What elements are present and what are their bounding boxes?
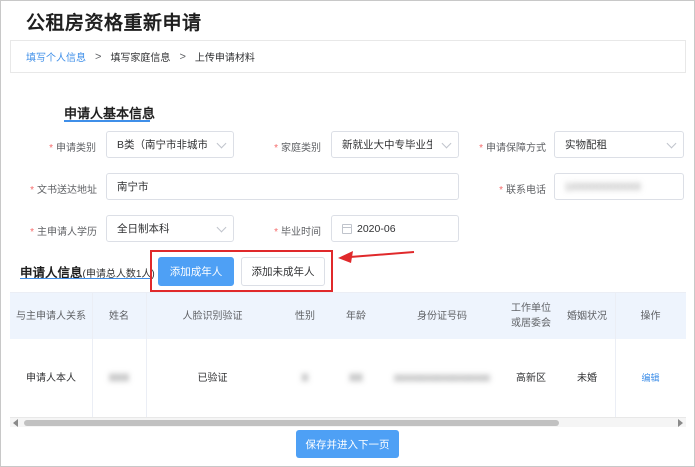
header-face-verify: 人脸识别验证 [182, 310, 243, 322]
chevron-down-icon [441, 138, 452, 149]
breadcrumb-step-personal[interactable]: 填写个人信息 [26, 49, 86, 64]
calendar-icon [342, 223, 352, 234]
breadcrumb-step-upload[interactable]: 上传申请材料 [195, 49, 255, 64]
header-name: 姓名 [109, 310, 129, 322]
apply-category-label: * 申请类别 [49, 143, 96, 154]
guarantee-method-label: * 申请保障方式 [479, 143, 546, 154]
breadcrumb-separator: > [179, 50, 186, 63]
guarantee-method-select[interactable]: 实物配租 [554, 131, 684, 158]
cell-work-unit: 高新区 [516, 372, 546, 384]
apply-category-select[interactable]: B类（南宁市非城市低收 [106, 131, 234, 158]
chevron-down-icon [216, 138, 227, 149]
table-header: 与主申请人关系 姓名 人脸识别验证 性别 年龄 身份证号码 工作单位或居委会 婚… [10, 293, 686, 339]
header-age: 年龄 [346, 310, 366, 322]
page-title: 公租房资格重新申请 [26, 13, 202, 34]
cell-face-verify: 已验证 [197, 372, 228, 384]
table-horizontal-scrollbar[interactable] [10, 417, 686, 427]
contact-phone-label: * 联系电话 [499, 185, 546, 196]
chevron-down-icon [216, 222, 227, 233]
education-label: * 主申请人学历 [30, 227, 97, 238]
table-row: 申请人本人 XXX 已验证 X XX XXXXXXXXXXXXXXXXXX 高新… [10, 339, 686, 417]
chevron-down-icon [666, 138, 677, 149]
education-select[interactable]: 全日制本科 [106, 215, 234, 242]
graduation-time-label: * 毕业时间 [274, 227, 321, 238]
cell-age: XX [349, 372, 363, 384]
header-gender: 性别 [295, 310, 315, 322]
applicant-info-underline [20, 278, 150, 279]
delivery-address-input[interactable]: 南宁市 [106, 173, 459, 200]
delivery-address-label: * 文书送达地址 [30, 185, 97, 196]
header-marital: 婚姻状况 [567, 310, 607, 322]
contact-phone-input[interactable]: 1XXXXXXXXXX [554, 173, 684, 200]
members-table: 与主申请人关系 姓名 人脸识别验证 性别 年龄 身份证号码 工作单位或居委会 婚… [10, 292, 686, 428]
cell-relation: 申请人本人 [26, 372, 76, 384]
header-id-number: 身份证号码 [417, 310, 467, 322]
add-minor-button[interactable]: 添加未成年人 [241, 257, 325, 286]
cell-id-number: XXXXXXXXXXXXXXXXXX [393, 373, 491, 383]
save-next-button[interactable]: 保存并进入下一页 [296, 430, 399, 458]
annotation-arrow-icon [338, 251, 415, 263]
header-relation: 与主申请人关系 [16, 310, 86, 322]
column-divider [615, 293, 616, 417]
cell-name: XXX [108, 372, 129, 384]
scroll-thumb[interactable] [24, 420, 559, 426]
scroll-right-arrow-icon[interactable] [678, 419, 683, 427]
breadcrumb-step-family[interactable]: 填写家庭信息 [110, 49, 170, 64]
header-action: 操作 [640, 310, 661, 322]
column-divider [146, 293, 147, 417]
graduation-time-picker[interactable]: 2020-06 [331, 215, 459, 242]
edit-link[interactable]: 编辑 [615, 339, 686, 417]
cell-marital: 未婚 [577, 372, 597, 384]
family-category-label: * 家庭类别 [274, 143, 321, 154]
scroll-left-arrow-icon[interactable] [13, 419, 18, 427]
header-work-unit: 工作单位或居委会 [511, 303, 551, 329]
breadcrumb: 填写个人信息 > 填写家庭信息 > 上传申请材料 [10, 40, 686, 73]
column-divider [92, 293, 93, 417]
cell-gender: X [301, 372, 309, 384]
breadcrumb-separator: > [95, 50, 102, 63]
add-adult-button[interactable]: 添加成年人 [158, 257, 234, 286]
family-category-select[interactable]: 新就业大中专毕业生 [331, 131, 459, 158]
basic-info-underline [64, 120, 150, 122]
